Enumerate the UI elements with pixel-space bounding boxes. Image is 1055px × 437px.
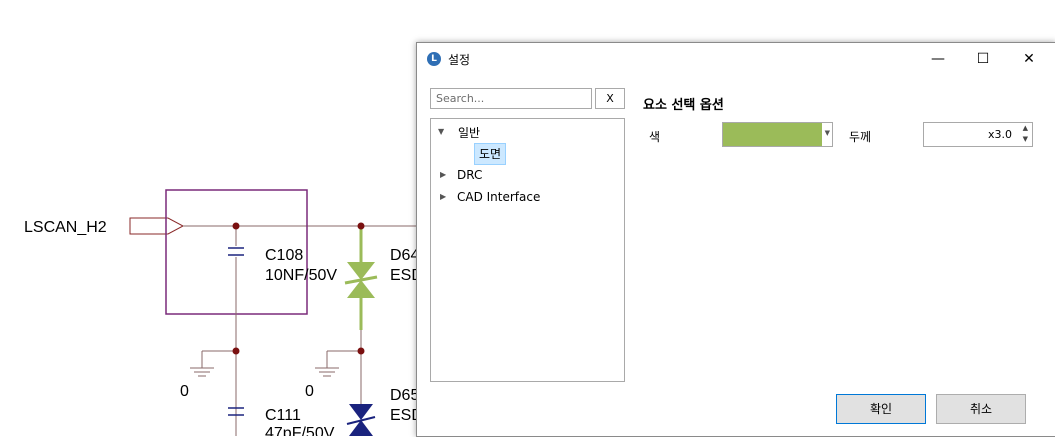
dialog-title: 설정	[448, 53, 471, 67]
maximize-button[interactable]: ☐	[960, 43, 1006, 75]
settings-dialog: L 설정 — ☐ ✕ Search... X ▼ 일반 도면 ▶ DRC ▶ C…	[416, 42, 1055, 437]
spin-down-icon[interactable]: ▼	[1023, 135, 1028, 143]
gnd-label-2: 0	[305, 383, 314, 400]
section-title: 요소 선택 옵션	[643, 98, 724, 113]
c108-value: 10NF/50V	[265, 267, 337, 284]
c108-ref: C108	[265, 247, 303, 264]
expanded-arrow-icon[interactable]: ▼	[438, 127, 444, 136]
junction-dot	[232, 347, 240, 355]
thickness-value: x3.0	[987, 128, 1012, 141]
title-bar[interactable]: L 설정 — ☐ ✕	[417, 43, 1055, 75]
search-input[interactable]: Search...	[430, 88, 592, 109]
tree-item-drc[interactable]: DRC	[457, 168, 482, 182]
collapsed-arrow-icon[interactable]: ▶	[440, 192, 446, 201]
tree-item-general[interactable]: 일반	[458, 124, 480, 141]
settings-tree: ▼ 일반 도면 ▶ DRC ▶ CAD Interface	[430, 118, 625, 382]
c111-ref: C111	[265, 407, 301, 424]
port-symbol[interactable]	[129, 217, 185, 235]
thickness-stepper[interactable]: x3.0 ▲ ▼	[923, 122, 1033, 147]
cancel-button[interactable]: 취소	[936, 394, 1026, 424]
close-button[interactable]: ✕	[1006, 43, 1052, 75]
junction-dot	[232, 222, 240, 230]
app-icon: L	[427, 52, 441, 66]
collapsed-arrow-icon[interactable]: ▶	[440, 170, 446, 179]
color-swatch	[723, 123, 822, 146]
thickness-label: 두께	[849, 130, 872, 144]
junction-dot	[357, 347, 365, 355]
ok-button[interactable]: 확인	[836, 394, 926, 424]
tree-item-drawing[interactable]: 도면	[474, 143, 507, 165]
color-label: 색	[649, 130, 661, 144]
junction-dot	[357, 222, 365, 230]
minimize-button[interactable]: —	[915, 43, 961, 75]
dropdown-arrow-icon[interactable]: ▼	[825, 129, 830, 137]
color-picker[interactable]: ▼	[722, 122, 833, 147]
gnd-label-1: 0	[180, 383, 189, 400]
spin-up-icon[interactable]: ▲	[1023, 124, 1028, 132]
clear-search-button[interactable]: X	[595, 88, 625, 109]
net-label: LSCAN_H2	[24, 219, 107, 236]
tree-item-cad-interface[interactable]: CAD Interface	[457, 190, 540, 204]
c111-value: 47pF/50V	[265, 425, 335, 436]
